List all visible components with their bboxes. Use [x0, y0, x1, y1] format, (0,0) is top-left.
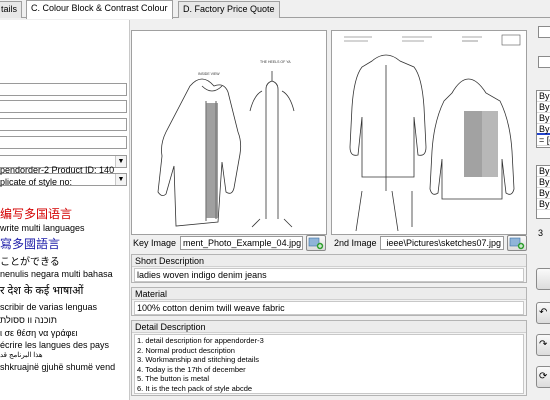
right-action-button-4[interactable]: ⟳ — [536, 366, 550, 388]
text-field-4[interactable] — [0, 136, 127, 149]
detail-line: 4. Today is the 17th of december — [137, 364, 246, 374]
right-button-top[interactable] — [538, 26, 550, 38]
left-panel: ▼ ▼ pendorder-2 Product ID: 140 plicate … — [0, 20, 130, 400]
jacket-sketch-image: THE HEELS OF YA INSIDE VIEW — [157, 60, 295, 228]
product-info: pendorder-2 Product ID: 140 — [0, 165, 115, 175]
list-item[interactable]: Byr — [537, 199, 550, 210]
short-description-field[interactable]: ladies woven indigo denim jeans — [134, 268, 524, 282]
tab-details[interactable]: tails — [0, 1, 23, 18]
detail-line: 3. Workmanship and stitching details — [137, 355, 260, 364]
tab-bar: tails C. Colour Block & Contrast Colour … — [0, 0, 550, 19]
tab-factory-price-quote[interactable]: D. Factory Price Quote — [178, 1, 280, 18]
text-field-3[interactable] — [0, 118, 127, 131]
short-description-section: Short Description ladies woven indigo de… — [131, 254, 527, 283]
second-image-browse-button[interactable] — [507, 235, 527, 251]
list-item[interactable]: Byr — [537, 91, 550, 102]
right-action-button-3[interactable]: ↷ — [536, 334, 550, 356]
language-line: nenulis negara multi bahasa — [0, 269, 113, 279]
language-line: 寫多國語言 — [0, 237, 61, 251]
tab-colour-block[interactable]: C. Colour Block & Contrast Colour — [26, 0, 173, 19]
language-line: र देश के कई भाषाओं — [0, 285, 84, 297]
list-item[interactable]: = [c — [537, 135, 550, 146]
list-item[interactable]: Byr — [537, 188, 550, 199]
right-panel: Byr Byr Byr Byr = [c Byr Byr Byr Byr 3 ↶… — [530, 20, 550, 400]
language-line: ことができる — [0, 257, 60, 268]
language-line: shkruajnë gjuhë shumë vend — [0, 362, 116, 372]
material-section: Material 100% cotton denim twill weave f… — [131, 287, 527, 316]
detail-line: 2. Normal product description — [137, 345, 235, 355]
language-line: هذا البرنامج قد — [0, 352, 43, 359]
redo-icon: ↷ — [539, 339, 548, 350]
refresh-icon: ⟳ — [539, 371, 548, 382]
detail-line: 6. It is the tech pack of style abcde — [137, 383, 253, 393]
material-label: Material — [132, 288, 526, 300]
material-field[interactable]: 100% cotton denim twill weave fabric — [134, 301, 524, 315]
language-line: תוכנה וו ססולת — [0, 315, 58, 325]
detail-line: 1. detail description for appendorder-3 — [137, 336, 264, 345]
list-item[interactable]: Byr — [537, 113, 550, 124]
right-list-2[interactable]: Byr Byr Byr Byr — [536, 165, 550, 219]
right-action-button-1[interactable] — [536, 268, 550, 290]
short-description-label: Short Description — [132, 255, 526, 267]
second-image-path[interactable]: ieee\Pictures\sketches07.jpg — [380, 236, 504, 250]
detail-line: 5. The button is metal — [137, 374, 209, 383]
second-image-label: 2nd Image — [334, 238, 377, 248]
language-line: ι σε θέση να γράφει — [0, 328, 78, 338]
tech-sketch-image — [344, 34, 521, 232]
second-image[interactable] — [331, 30, 527, 235]
text-field-1[interactable] — [0, 83, 127, 96]
list-item[interactable]: Byr — [537, 166, 550, 177]
list-item[interactable]: Byr — [537, 102, 550, 113]
language-line: scribir de varias lenguas — [0, 302, 98, 312]
sketch-caption: INSIDE VIEW — [198, 72, 220, 76]
language-line: write multi languages — [0, 223, 85, 233]
list-item[interactable]: Byr — [537, 124, 550, 135]
image-add-icon — [509, 237, 525, 250]
right-list-1[interactable]: Byr Byr Byr Byr = [c — [536, 90, 550, 148]
text-field-2[interactable] — [0, 100, 127, 113]
undo-icon: ↶ — [539, 307, 548, 318]
detail-description-section: Detail Description 1. detail description… — [131, 320, 527, 396]
image-add-icon — [308, 237, 324, 250]
key-image-browse-button[interactable] — [306, 235, 326, 251]
right-button-2[interactable] — [538, 56, 550, 68]
sketch-note: THE HEELS OF YA — [260, 60, 291, 64]
duplicate-label: plicate of style no: — [0, 177, 73, 187]
detail-description-field[interactable]: 1. detail description for appendorder-3 … — [134, 334, 524, 394]
chevron-down-icon: ▼ — [115, 156, 126, 167]
right-action-button-2[interactable]: ↶ — [536, 302, 550, 324]
list-item[interactable]: Byr — [537, 177, 550, 188]
detail-description-label: Detail Description — [132, 321, 526, 333]
chevron-down-icon: ▼ — [115, 174, 126, 185]
language-line: écrire les langues des pays — [0, 340, 110, 350]
key-image-label: Key Image — [133, 238, 177, 248]
key-image-path[interactable]: ment_Photo_Example_04.jpg — [180, 236, 303, 250]
language-line: 编写多国语言 — [0, 207, 73, 221]
right-digit: 3 — [538, 228, 544, 238]
key-image[interactable]: THE HEELS OF YA INSIDE VIEW — [131, 30, 327, 235]
